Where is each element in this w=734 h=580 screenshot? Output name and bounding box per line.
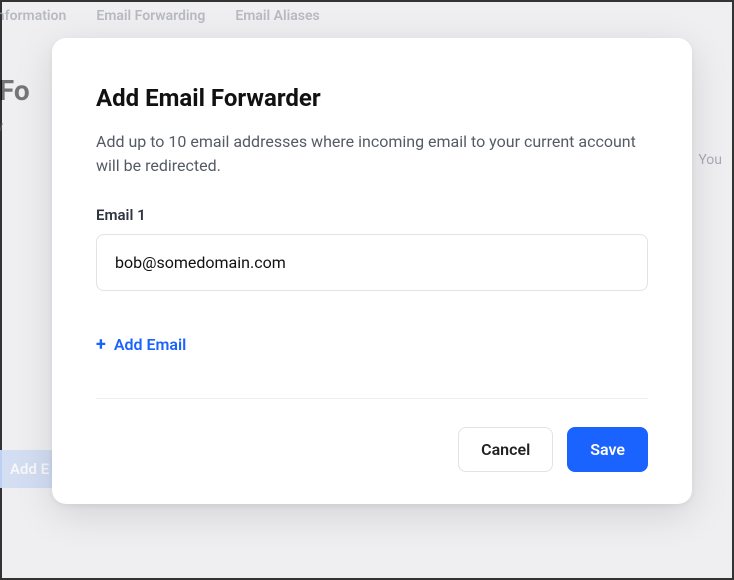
add-email-button[interactable]: + Add Email bbox=[96, 335, 186, 354]
modal-divider bbox=[96, 398, 648, 399]
plus-icon: + bbox=[96, 336, 106, 354]
add-forwarder-modal: Add Email Forwarder Add up to 10 email a… bbox=[52, 38, 692, 504]
cancel-button[interactable]: Cancel bbox=[458, 427, 553, 472]
email-1-label: Email 1 bbox=[96, 206, 648, 224]
add-email-label: Add Email bbox=[114, 335, 187, 354]
modal-actions: Cancel Save bbox=[96, 427, 648, 472]
email-1-input[interactable] bbox=[96, 234, 648, 291]
modal-subtitle: Add up to 10 email addresses where incom… bbox=[96, 130, 648, 178]
save-button[interactable]: Save bbox=[567, 427, 648, 472]
modal-title: Add Email Forwarder bbox=[96, 84, 648, 112]
